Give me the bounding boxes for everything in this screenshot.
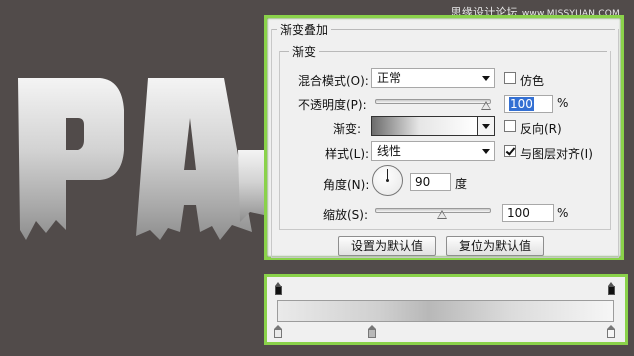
chevron-down-icon — [482, 149, 490, 154]
scale-input[interactable]: 100 — [502, 204, 554, 222]
opacity-slider-handle[interactable] — [481, 101, 491, 110]
blend-mode-select[interactable]: 正常 — [371, 68, 495, 88]
blend-mode-label: 混合模式(O): — [298, 74, 369, 88]
opacity-stop-right[interactable] — [608, 282, 615, 295]
reverse-checkbox[interactable] — [504, 120, 516, 132]
angle-center-dot — [386, 179, 389, 182]
dither-checkbox[interactable] — [504, 72, 516, 84]
style-select[interactable]: 线性 — [371, 141, 495, 161]
color-stop-middle[interactable] — [368, 325, 376, 338]
gradient-editor — [264, 274, 628, 345]
gradient-bar[interactable] — [277, 300, 614, 322]
align-with-layer-checkbox[interactable] — [504, 145, 516, 157]
opacity-value: 100 — [509, 97, 534, 111]
style-value: 线性 — [377, 144, 402, 158]
angle-dial[interactable] — [372, 165, 403, 196]
scale-value: 100 — [507, 206, 530, 220]
opacity-label: 不透明度(P): — [298, 98, 367, 112]
angle-value: 90 — [415, 175, 431, 189]
reverse-label: 反向(R) — [520, 122, 562, 136]
color-stop-right[interactable] — [607, 325, 615, 338]
make-default-button[interactable]: 设置为默认值 — [338, 236, 436, 256]
opacity-stop-left[interactable] — [275, 282, 282, 295]
opacity-unit: % — [557, 96, 569, 110]
letter-p-shape — [18, 78, 124, 240]
chevron-down-icon — [482, 76, 490, 81]
gradient-label: 渐变: — [333, 122, 362, 136]
reset-to-default-button[interactable]: 复位为默认值 — [446, 236, 544, 256]
opacity-slider[interactable] — [375, 99, 491, 104]
angle-label: 角度(N): — [323, 178, 370, 192]
gradient-overlay-panel: 渐变叠加 渐变 混合模式(O): 正常 仿色 不透明度(P): 100 % 渐变… — [264, 15, 624, 260]
angle-input[interactable]: 90 — [410, 173, 451, 191]
chevron-down-icon — [482, 124, 490, 129]
letter-partial-shape — [238, 150, 264, 222]
style-label: 样式(L): — [325, 147, 370, 161]
scale-slider-handle[interactable] — [437, 210, 447, 219]
dither-label: 仿色 — [520, 74, 545, 88]
scale-unit: % — [557, 206, 569, 220]
gradient-dropdown[interactable] — [477, 116, 495, 136]
color-stop-left[interactable] — [274, 325, 282, 338]
angle-unit: 度 — [455, 177, 468, 191]
scale-slider[interactable] — [375, 208, 491, 213]
gradient-picker[interactable] — [371, 116, 478, 136]
align-with-layer-label: 与图层对齐(I) — [520, 147, 593, 161]
letter-a-shape — [136, 78, 252, 240]
scale-label: 缩放(S): — [323, 208, 369, 222]
opacity-input[interactable]: 100 — [504, 95, 553, 113]
blend-mode-value: 正常 — [377, 71, 402, 85]
